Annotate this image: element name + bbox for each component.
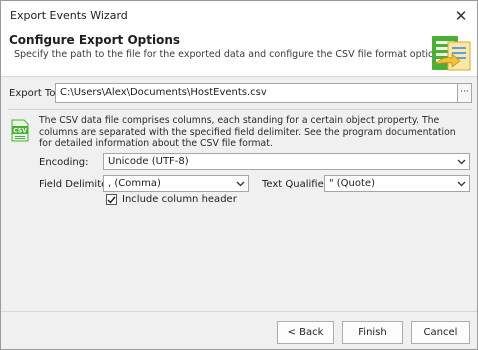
encoding-label: Encoding:: [39, 157, 89, 168]
checkmark-icon: [107, 196, 116, 204]
include-header-row: Include column header: [106, 194, 237, 205]
separator: [8, 109, 472, 110]
csv-description: The CSV data file comprises columns, eac…: [39, 115, 456, 149]
export-to-label: Export To:: [9, 88, 59, 99]
wizard-footer: < Back Finish Cancel: [1, 311, 477, 349]
include-header-label[interactable]: Include column header: [122, 194, 237, 205]
text-qualifier-select[interactable]: " (Quote): [324, 175, 470, 192]
page-subtitle: Specify the path to the file for the exp…: [14, 49, 448, 60]
finish-button[interactable]: Finish: [342, 321, 403, 344]
text-qualifier-label: Text Qualifier:: [262, 179, 332, 190]
back-button[interactable]: < Back: [277, 321, 334, 344]
browse-button[interactable]: ···: [457, 83, 472, 103]
cancel-button[interactable]: Cancel: [411, 321, 470, 344]
field-delimiter-value: , (Comma): [108, 178, 161, 189]
csv-icon-text: CSV: [13, 128, 27, 135]
title-bar: Export Events Wizard ✕: [1, 1, 477, 31]
encoding-select[interactable]: Unicode (UTF-8): [103, 153, 470, 170]
window-title: Export Events Wizard: [10, 9, 128, 22]
wizard-window: Export Events Wizard ✕ Configure Export …: [0, 0, 478, 350]
csv-file-icon: CSV: [11, 119, 29, 142]
include-header-checkbox[interactable]: [106, 194, 117, 205]
text-qualifier-value: " (Quote): [329, 178, 375, 189]
wizard-header: Configure Export Options Specify the pat…: [1, 31, 477, 77]
encoding-value: Unicode (UTF-8): [108, 156, 189, 167]
field-delimiter-select[interactable]: , (Comma): [103, 175, 249, 192]
chevron-down-icon: [456, 177, 467, 190]
chevron-down-icon: [456, 155, 467, 168]
export-path-input[interactable]: C:\Users\Alex\Documents\HostEvents.csv: [55, 83, 458, 103]
chevron-down-icon: [235, 177, 246, 190]
page-title: Configure Export Options: [9, 33, 181, 47]
export-wizard-icon: [432, 36, 471, 71]
close-button[interactable]: ✕: [445, 1, 477, 31]
wizard-content: Export To: C:\Users\Alex\Documents\HostE…: [1, 78, 477, 311]
